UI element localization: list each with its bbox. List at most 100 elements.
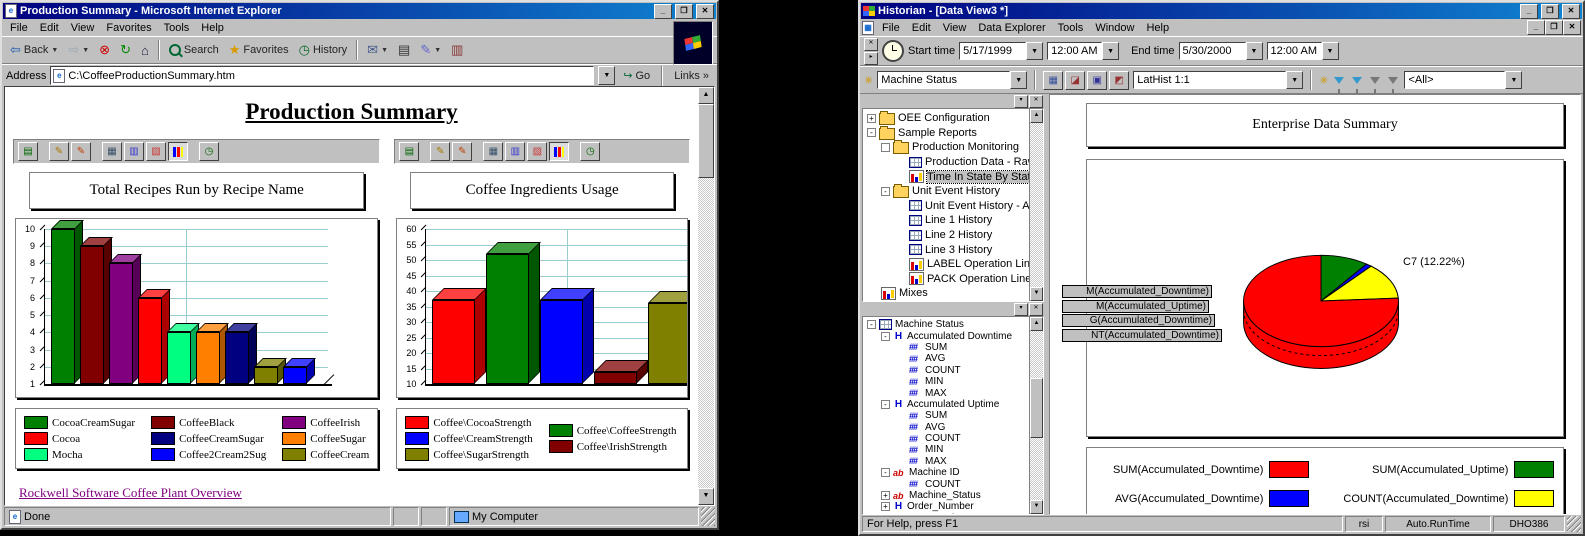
expand-toggle-icon[interactable]: - [881, 400, 890, 409]
restore-button[interactable]: ❐ [1541, 4, 1559, 19]
scroll-up-icon[interactable]: ▲ [698, 87, 714, 104]
expand-toolbar-icon[interactable]: ▸ [864, 52, 878, 65]
dropdown-icon[interactable]: ▼ [1246, 42, 1263, 60]
scroll-thumb[interactable] [698, 104, 714, 178]
tree-item[interactable]: +abMachine_Status [865, 490, 1029, 501]
filter-icon[interactable] [1334, 77, 1344, 84]
forward-button[interactable]: ⇨▼ [64, 40, 93, 60]
tree-item[interactable]: ##SUM [865, 410, 1029, 421]
gridchart2-button[interactable]: ▧ [527, 142, 547, 161]
pen-button[interactable]: ✎ [430, 142, 450, 161]
tree-item[interactable]: Production Data - Raw Data [865, 155, 1029, 170]
go-button[interactable]: ↪Go [619, 67, 654, 84]
tree-item[interactable]: ##MAX [865, 387, 1029, 398]
dropdown-icon[interactable]: ▼ [1322, 42, 1339, 60]
expand-toggle-icon[interactable]: - [881, 468, 890, 477]
tree-item[interactable]: -HAccumulated Downtime [865, 330, 1029, 341]
menu-help[interactable]: Help [1140, 21, 1175, 35]
dropdown-icon[interactable]: ▼ [1102, 42, 1119, 60]
tree-item[interactable]: +HOrder_Number [865, 501, 1029, 512]
refresh-button[interactable]: ↻ [116, 40, 135, 60]
clock-button[interactable]: ◷ [580, 142, 600, 161]
menu-help[interactable]: Help [195, 21, 230, 35]
historian-titlebar[interactable]: Historian - [Data View3 *] _ ❐ ✕ [861, 3, 1582, 19]
menu-tools[interactable]: Tools [158, 21, 196, 35]
start-time-combo[interactable]: 12:00 AM▼ [1047, 42, 1119, 60]
bars-button[interactable] [168, 142, 188, 161]
tree-item[interactable]: Mixes [865, 286, 1029, 301]
dropdown-icon[interactable]: ▼ [1286, 71, 1303, 89]
expand-toggle-icon[interactable]: + [867, 114, 876, 123]
gridchart-button[interactable]: ▥ [124, 142, 144, 161]
tree-item[interactable]: ##MAX [865, 456, 1029, 467]
stop-button[interactable]: ⊗ [95, 40, 114, 60]
tree-item[interactable]: Line 3 History [865, 242, 1029, 257]
tree-item[interactable]: Time In State By Station [865, 169, 1029, 184]
menu-favorites[interactable]: Favorites [100, 21, 157, 35]
tree-item[interactable]: -Sample Reports [865, 126, 1029, 141]
tree-item[interactable]: ##MIN [865, 376, 1029, 387]
tree-item[interactable]: PACK Operation Line Activity [865, 272, 1029, 287]
bars-button[interactable] [549, 142, 569, 161]
pin-panel-icon[interactable]: ▾ [1014, 95, 1028, 108]
tree-item[interactable]: ##COUNT [865, 365, 1029, 376]
tree-item[interactable]: +HPart_Number [865, 513, 1029, 514]
scroll-up-icon[interactable]: ▲ [1030, 109, 1043, 123]
menu-tools[interactable]: Tools [1052, 21, 1090, 35]
tree-item[interactable]: -HAccumulated Uptime [865, 399, 1029, 410]
search-button[interactable]: Search [165, 42, 223, 58]
menu-edit[interactable]: Edit [34, 21, 65, 35]
tree-item[interactable]: ##COUNT [865, 478, 1029, 489]
close-button[interactable]: ✕ [1562, 4, 1580, 19]
tree-item[interactable]: Unit Event History - All Lines [865, 199, 1029, 214]
filter-combo[interactable]: <All>▼ [1404, 71, 1522, 89]
overview-link[interactable]: Rockwell Software Coffee Plant Overview [19, 485, 242, 501]
minimize-button[interactable]: _ [654, 4, 672, 19]
mail-button[interactable]: ✉▼ [363, 40, 392, 60]
filter-icon[interactable] [1370, 77, 1380, 84]
pen2-button[interactable]: ✎ [71, 142, 91, 161]
child-minimize-button[interactable]: _ [1527, 20, 1545, 35]
start-date-combo[interactable]: 5/17/1999▼ [959, 42, 1043, 60]
expand-toggle-icon[interactable]: - [867, 128, 876, 137]
pin-panel-icon[interactable]: ▾ [1014, 303, 1028, 316]
child-close-button[interactable]: ✕ [1563, 20, 1581, 35]
favorites-button[interactable]: ★Favorites [225, 40, 293, 60]
tree-item[interactable]: -abMachine ID [865, 467, 1029, 478]
address-input[interactable]: e C:\CoffeeProductionSummary.htm [50, 66, 594, 85]
ie-titlebar[interactable]: e Production Summary - Microsoft Interne… [3, 3, 716, 19]
tree-item[interactable]: Line 2 History [865, 228, 1029, 243]
grid-button[interactable]: ▦ [483, 142, 503, 161]
dropdown-icon[interactable]: ▼ [1010, 71, 1027, 89]
discuss-button[interactable]: ▥ [447, 40, 467, 60]
tree-item[interactable]: -Unit Event History [865, 184, 1029, 199]
tree-item[interactable]: ##SUM [865, 342, 1029, 353]
history-button[interactable]: ◷History [295, 40, 352, 60]
close-toolbar-icon[interactable]: ✕ [864, 38, 878, 51]
tree-scrollbar[interactable]: ▲ ▼ [1029, 317, 1043, 514]
filter-icon[interactable] [1388, 77, 1398, 84]
expand-toggle-icon[interactable]: - [881, 187, 890, 196]
resize-grip[interactable] [1567, 516, 1581, 532]
address-dropdown-icon[interactable]: ▼ [598, 66, 615, 85]
end-date-combo[interactable]: 5/30/2000▼ [1179, 42, 1263, 60]
menu-window[interactable]: Window [1089, 21, 1140, 35]
tree-scrollbar[interactable]: ▲ ▼ [1029, 109, 1043, 301]
menu-edit[interactable]: Edit [906, 21, 937, 35]
maximize-button[interactable]: ❐ [675, 4, 693, 19]
menu-file[interactable]: File [4, 21, 34, 35]
clock-button[interactable]: ◷ [199, 142, 219, 161]
expand-toggle-icon[interactable]: + [881, 491, 890, 500]
scroll-down-icon[interactable]: ▼ [698, 488, 714, 505]
links-button[interactable]: Links» [670, 68, 713, 84]
menu-view[interactable]: View [937, 21, 973, 35]
filter-icon[interactable] [1352, 77, 1362, 84]
scroll-down-icon[interactable]: ▼ [1030, 287, 1043, 301]
pen-button[interactable]: ✎ [49, 142, 69, 161]
dropdown-icon[interactable]: ▼ [1505, 71, 1522, 89]
expand-toggle-icon[interactable]: - [867, 320, 876, 329]
close-panel-icon[interactable]: ✕ [1029, 95, 1043, 108]
tree-item[interactable]: ##AVG [865, 422, 1029, 433]
menu-view[interactable]: View [65, 21, 101, 35]
scroll-thumb[interactable] [1030, 378, 1043, 438]
